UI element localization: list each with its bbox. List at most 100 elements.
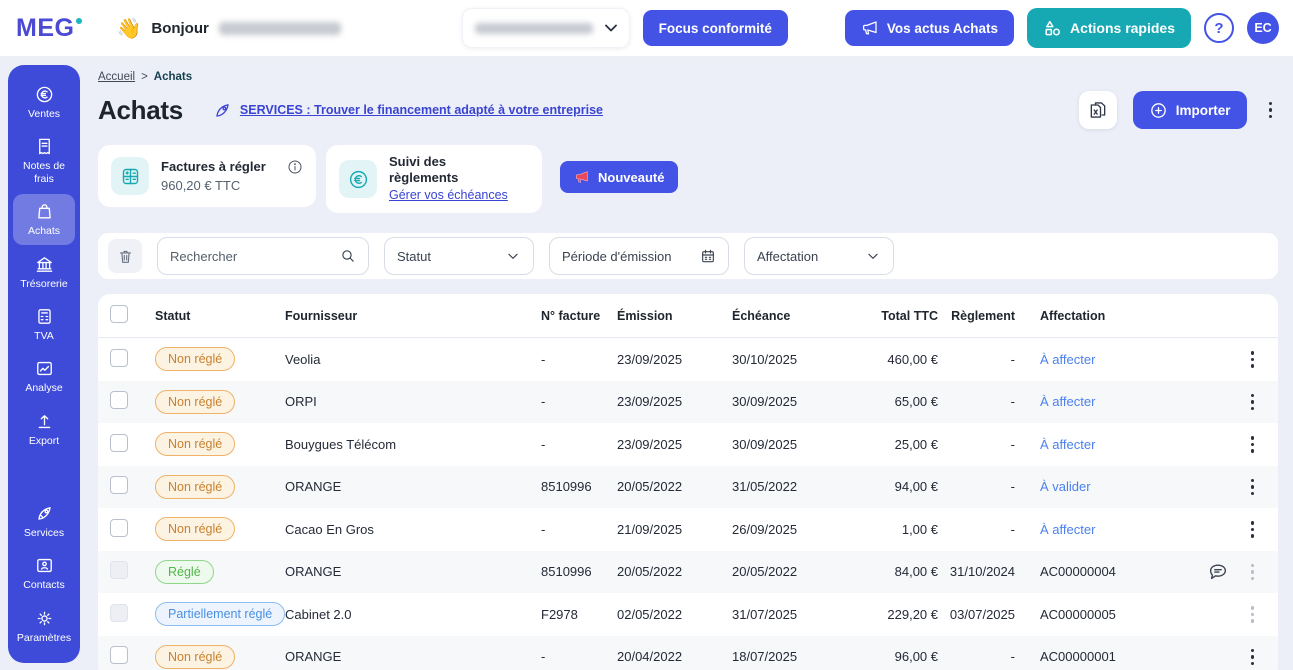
emission-date-cell: 20/05/2022	[617, 479, 683, 495]
period-filter[interactable]: Période d'émission	[549, 237, 729, 275]
row-checkbox[interactable]	[110, 518, 128, 537]
supplier-cell: Cabinet 2.0	[285, 606, 352, 622]
calculator-icon	[37, 308, 51, 324]
row-checkbox[interactable]	[110, 646, 128, 665]
table-row[interactable]: Non réglé Cacao En Gros - 21/09/2025 26/…	[98, 508, 1278, 551]
actions-rapides-button[interactable]: Actions rapides	[1026, 8, 1191, 48]
affectation-cell[interactable]: AC00000004	[1017, 564, 1177, 579]
row-checkbox[interactable]	[110, 603, 128, 622]
plus-circle-icon	[1150, 102, 1166, 118]
table-row[interactable]: Partiellement réglé Cabinet 2.0 F2978 02…	[98, 593, 1278, 636]
euro-coin-icon	[36, 86, 52, 103]
main-content: Accueil > Achats Achats SERVICES : Trouv…	[98, 71, 1278, 670]
filter-bar: Statut Période d'émission Affectation	[98, 233, 1278, 279]
supplier-cell: Veolia	[285, 351, 321, 367]
table-header-row: Statut Fournisseur N° facture Émission É…	[98, 294, 1278, 338]
novelty-button[interactable]: Nouveauté	[560, 161, 679, 193]
services-financing-link[interactable]: SERVICES : Trouver le financement adapté…	[213, 101, 603, 120]
comment-icon[interactable]	[1207, 561, 1229, 583]
megaphone-icon	[862, 21, 877, 35]
help-label: ?	[1214, 19, 1224, 37]
header-affectation[interactable]: Affectation	[1017, 309, 1177, 323]
calendar-icon	[702, 249, 714, 263]
row-menu-button[interactable]	[1245, 347, 1261, 372]
total-ttc-cell: 460,00 €	[887, 351, 938, 367]
search-input[interactable]	[170, 248, 320, 264]
table-row[interactable]: Non réglé ORANGE 8510996 20/05/2022 31/0…	[98, 465, 1278, 508]
sidebar-item-export[interactable]: Export	[13, 404, 75, 454]
sidebar-item-analyse[interactable]: Analyse	[13, 351, 75, 401]
sidebar-item-notes-de-frais[interactable]: Notes de frais	[13, 129, 75, 192]
focus-conformite-button[interactable]: Focus conformité	[642, 10, 788, 46]
table-row[interactable]: Non réglé ORPI - 23/09/2025 30/09/2025 6…	[98, 380, 1278, 423]
app-logo[interactable]: MEG	[16, 14, 83, 43]
info-icon[interactable]	[287, 159, 303, 175]
table-row[interactable]: Non réglé ORANGE - 20/04/2022 18/07/2025…	[98, 635, 1278, 670]
affectation-filter[interactable]: Affectation	[744, 237, 894, 275]
row-menu-button[interactable]	[1245, 432, 1261, 457]
row-menu-button[interactable]	[1245, 602, 1261, 627]
status-filter[interactable]: Statut	[384, 237, 534, 275]
header-emission[interactable]: Émission	[617, 309, 732, 323]
row-menu-button[interactable]	[1245, 645, 1261, 670]
header-numero-facture[interactable]: N° facture	[541, 309, 617, 323]
sidebar-item-label: Export	[28, 434, 60, 447]
row-menu-button[interactable]	[1245, 475, 1261, 500]
page-menu-button[interactable]	[1263, 98, 1279, 123]
sidebar-item-parametres[interactable]: Paramètres	[13, 601, 75, 651]
row-checkbox[interactable]	[110, 391, 128, 410]
header-total-ttc[interactable]: Total TTC	[852, 309, 940, 323]
search-field	[157, 237, 369, 275]
header-statut[interactable]: Statut	[155, 309, 285, 323]
invoice-number-cell: 8510996	[541, 479, 592, 495]
row-menu-button[interactable]	[1245, 560, 1261, 585]
emission-date-cell: 21/09/2025	[617, 521, 683, 537]
sidebar-item-ventes[interactable]: Ventes	[13, 77, 75, 127]
delete-button[interactable]	[108, 239, 142, 273]
focus-conformite-label: Focus conformité	[658, 20, 772, 36]
header-reglement[interactable]: Règlement	[940, 309, 1017, 323]
breadcrumb-home[interactable]: Accueil	[98, 71, 135, 83]
help-button[interactable]: ?	[1204, 13, 1234, 43]
emission-date-cell: 23/09/2025	[617, 394, 683, 410]
affectation-cell[interactable]: AC00000005	[1017, 607, 1177, 622]
top-bar: MEG 👋 Bonjour Focus conformité Vos actus…	[0, 0, 1293, 57]
header-echeance[interactable]: Échéance	[732, 309, 852, 323]
affectation-cell[interactable]: À affecter	[1017, 522, 1177, 537]
select-all-checkbox[interactable]	[110, 305, 128, 323]
table-row[interactable]: Non réglé Bouygues Télécom - 23/09/2025 …	[98, 423, 1278, 466]
row-checkbox[interactable]	[110, 476, 128, 495]
chevron-down-icon	[868, 253, 878, 259]
affectation-cell[interactable]: AC00000001	[1017, 649, 1177, 664]
affectation-cell[interactable]: À affecter	[1017, 437, 1177, 452]
sidebar-item-contacts[interactable]: Contacts	[13, 548, 75, 598]
sidebar-item-label: Services	[23, 526, 65, 539]
import-button[interactable]: Importer	[1132, 91, 1247, 129]
table-row[interactable]: Réglé ORANGE 8510996 20/05/2022 20/05/20…	[98, 550, 1278, 593]
actus-achats-button[interactable]: Vos actus Achats	[844, 10, 1014, 46]
avatar[interactable]: EC	[1247, 12, 1279, 44]
row-menu-button[interactable]	[1245, 517, 1261, 542]
affectation-cell[interactable]: À affecter	[1017, 352, 1177, 367]
sidebar-item-achats[interactable]: Achats	[13, 194, 75, 245]
table-row[interactable]: Non réglé Veolia - 23/09/2025 30/10/2025…	[98, 338, 1278, 381]
supplier-cell: ORANGE	[285, 564, 342, 580]
emission-date-cell: 23/09/2025	[617, 351, 683, 367]
affectation-cell[interactable]: À valider	[1017, 479, 1177, 494]
shopping-bag-icon	[37, 204, 51, 219]
row-checkbox[interactable]	[110, 433, 128, 452]
sidebar-item-tva[interactable]: TVA	[13, 299, 75, 349]
company-selector[interactable]	[461, 8, 630, 48]
sidebar-item-services[interactable]: Services	[13, 496, 75, 546]
row-menu-button[interactable]	[1245, 390, 1261, 415]
invoices-to-pay-card: Factures à régler 960,20 € TTC	[98, 145, 316, 207]
row-checkbox[interactable]	[110, 348, 128, 367]
header-fournisseur[interactable]: Fournisseur	[285, 309, 541, 323]
megaphone-icon	[576, 171, 588, 183]
row-checkbox[interactable]	[110, 561, 128, 580]
emission-date-cell: 02/05/2022	[617, 606, 683, 622]
affectation-cell[interactable]: À affecter	[1017, 394, 1177, 409]
export-excel-button[interactable]	[1078, 91, 1117, 129]
sidebar-item-tresorerie[interactable]: Trésorerie	[13, 247, 75, 297]
manage-due-dates-link[interactable]: Gérer vos échéances	[389, 188, 508, 202]
